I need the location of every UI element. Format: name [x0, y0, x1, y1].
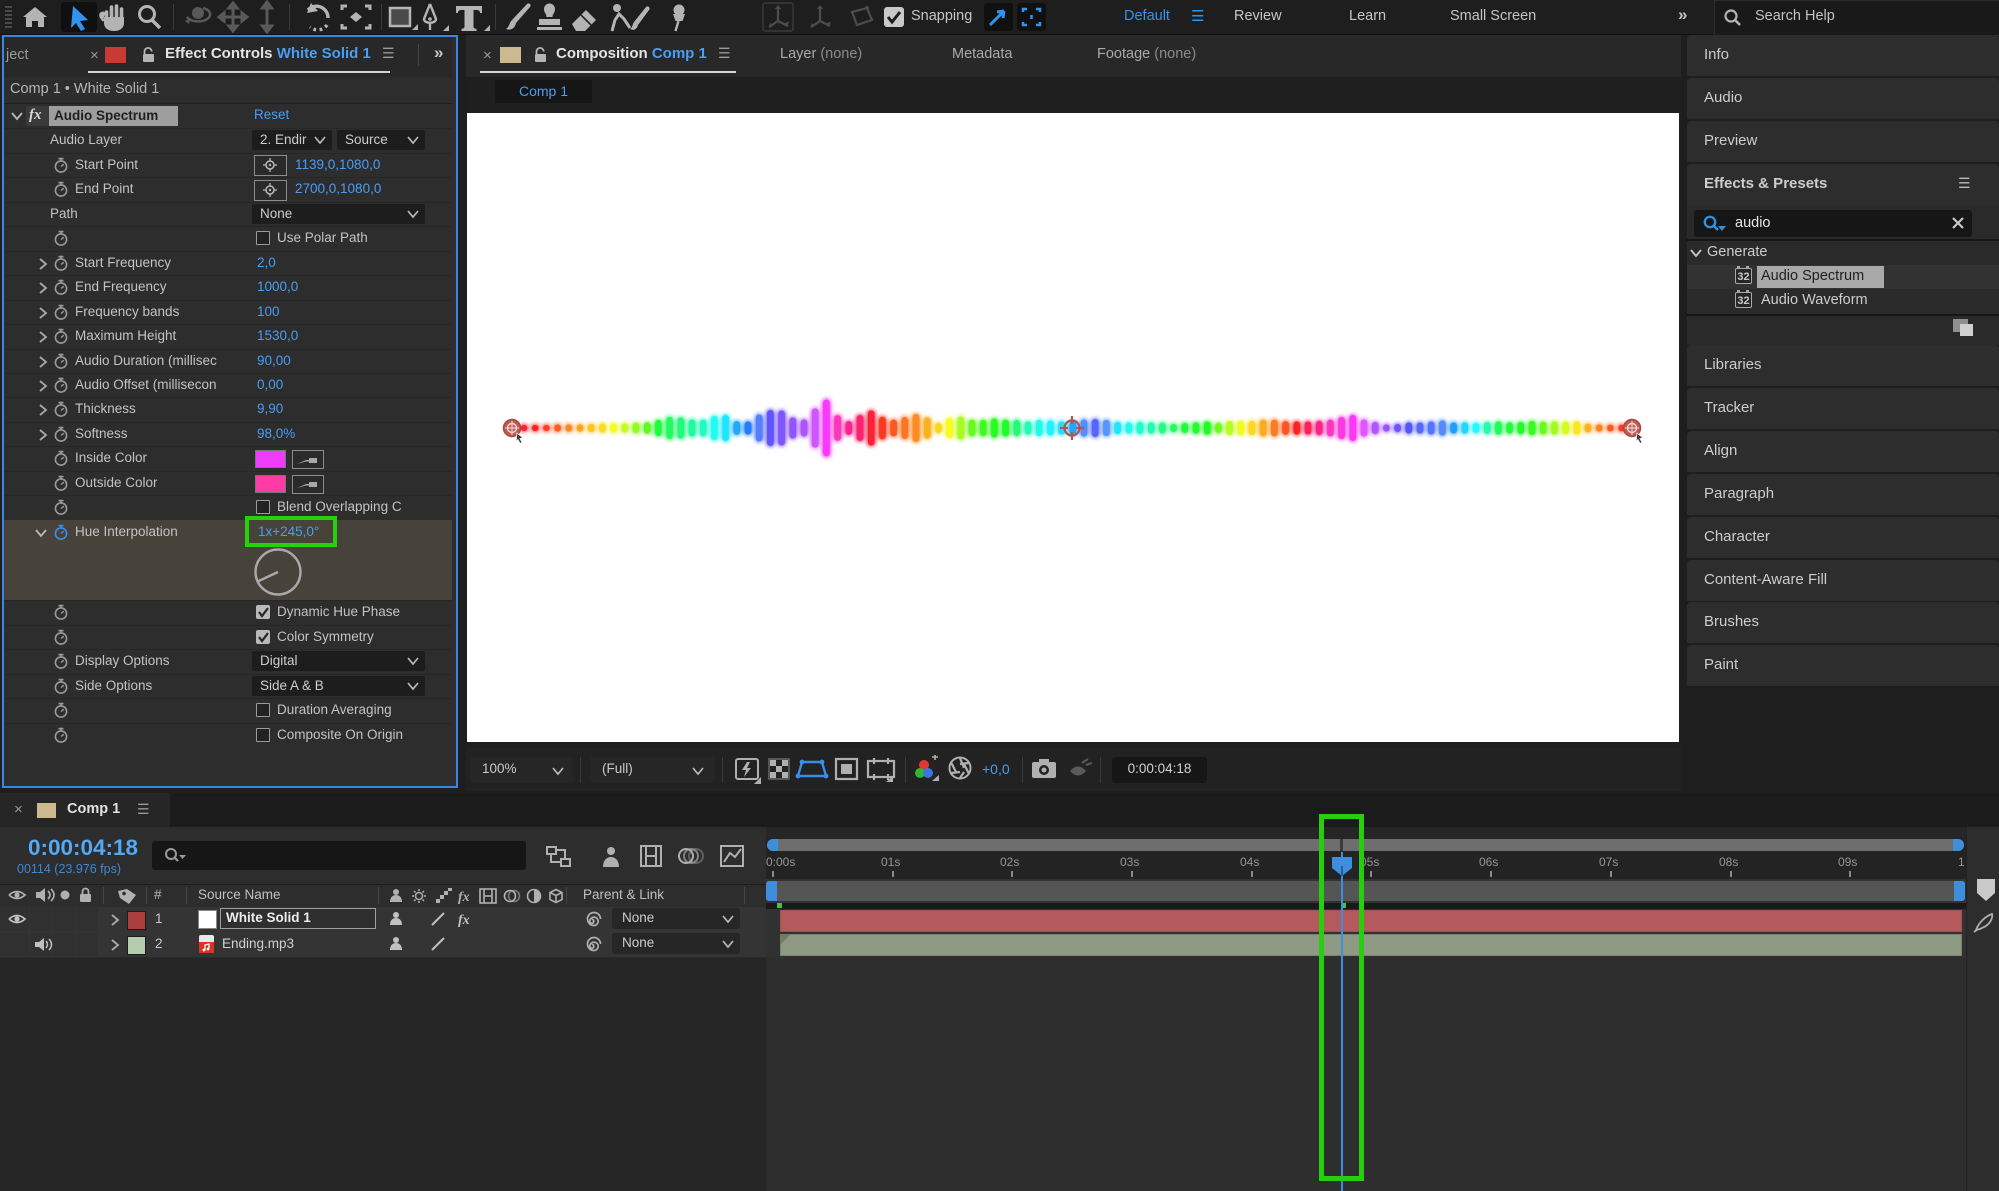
- svg-text:fx: fx: [458, 913, 470, 927]
- svg-text:fx: fx: [458, 890, 470, 904]
